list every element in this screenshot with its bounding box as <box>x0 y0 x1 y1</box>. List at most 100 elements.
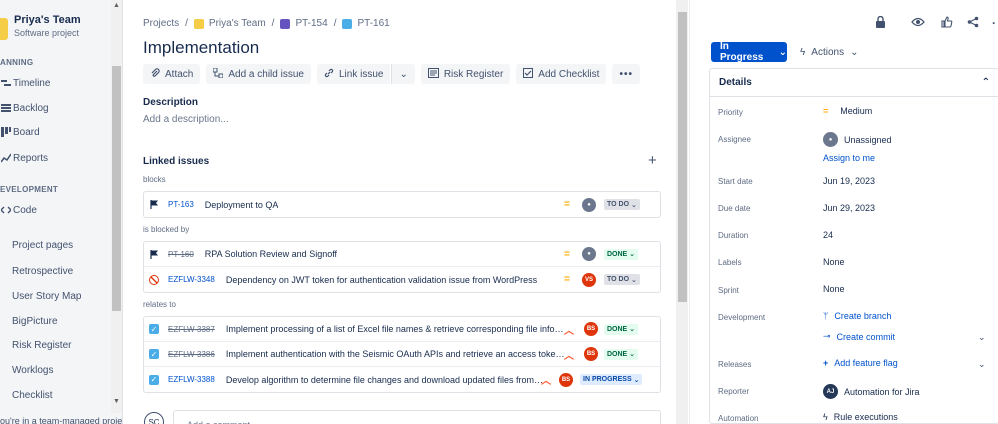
issue-summary[interactable]: RPA Solution Review and Signoff <box>205 249 337 259</box>
linked-issue-row[interactable]: ✓ EZFLW-3387 Implement processing of a l… <box>144 317 660 342</box>
main-scrollbar[interactable] <box>676 0 688 424</box>
status-dropdown[interactable]: In Progress ⌄ <box>711 41 787 63</box>
issue-key[interactable]: EZFLW-3348 <box>168 275 215 284</box>
details-section: Details ⌃ <box>709 68 998 424</box>
linked-issue-row[interactable]: PT-160 RPA Solution Review and Signoff =… <box>144 242 660 267</box>
sidebar-item-backlog[interactable]: Backlog <box>0 99 122 117</box>
chevron-up-icon[interactable]: ⌃ <box>982 77 990 88</box>
duration-value[interactable]: 24 <box>823 230 833 240</box>
link-issue-dropdown[interactable]: ⌄ <box>391 64 415 84</box>
breadcrumb-parent[interactable]: PT-154 <box>295 18 327 29</box>
chevron-down-icon[interactable]: ⌄ <box>978 332 986 343</box>
sidebar-item-worklogs[interactable]: Worklogs <box>0 361 122 379</box>
paperclip-icon <box>150 67 160 81</box>
watch-icon[interactable] <box>911 16 925 30</box>
issue-key[interactable]: PT-163 <box>168 200 194 209</box>
add-feature-flag-link[interactable]: + Add feature flag <box>823 358 898 368</box>
scroll-down-icon[interactable]: ▼ <box>112 398 121 405</box>
lightning-icon: ϟ <box>823 412 828 422</box>
lock-icon[interactable] <box>875 15 886 32</box>
sidebar-item-project-pages[interactable]: Project pages <box>0 236 122 254</box>
sprint-value[interactable]: None <box>823 284 845 294</box>
sidebar-item-user-story-map[interactable]: User Story Map <box>0 287 122 305</box>
start-date-value[interactable]: Jun 19, 2023 <box>823 176 875 186</box>
sidebar-item-risk-register[interactable]: Risk Register <box>0 336 122 354</box>
issue-key[interactable]: EZFLW-3387 <box>168 325 215 334</box>
sidebar-item-timeline[interactable]: Timeline <box>0 74 122 92</box>
scroll-up-icon[interactable]: ▲ <box>112 2 121 9</box>
sidebar-item-board[interactable]: Board <box>0 123 122 141</box>
priority-high-icon: ︿ <box>564 350 574 362</box>
linked-issue-row[interactable]: EZFLW-3348 Dependency on JWT token for a… <box>144 267 660 292</box>
status-text: DONE <box>607 325 628 333</box>
status-badge[interactable]: DONE ⌄ <box>604 323 639 335</box>
scrollbar-thumb[interactable] <box>678 12 687 302</box>
add-linked-issue-icon[interactable]: + <box>648 152 657 169</box>
linked-issue-row[interactable]: PT-163 Deployment to QA = ● TO DO ⌄ <box>144 192 660 217</box>
details-header[interactable]: Details ⌃ <box>710 69 998 97</box>
more-actions-button[interactable]: ••• <box>612 64 640 84</box>
team-header[interactable]: Priya's Team Software project <box>0 14 81 40</box>
issue-summary[interactable]: Implement authentication with the Seismi… <box>226 349 566 359</box>
issue-key[interactable]: EZFLW-3386 <box>168 350 215 359</box>
link-issue-button[interactable]: Link issue <box>316 64 391 84</box>
share-icon[interactable] <box>967 16 979 31</box>
actions-label: Actions <box>811 46 845 58</box>
status-badge[interactable]: TO DO ⌄ <box>604 274 640 285</box>
status-badge[interactable]: DONE ⌄ <box>604 248 639 260</box>
plus-icon: + <box>823 358 829 368</box>
actions-button[interactable]: ϟ Actions ⌄ <box>800 42 858 62</box>
issue-summary[interactable]: Deployment to QA <box>205 200 279 210</box>
scrollbar-thumb[interactable] <box>112 66 121 311</box>
more-icon[interactable]: · <box>992 16 996 30</box>
issue-key[interactable]: EZFLW-3388 <box>168 375 215 384</box>
assignee-field[interactable]: ● Unassigned <box>823 132 892 147</box>
risk-register-button[interactable]: Risk Register <box>420 64 511 84</box>
field-label-due-date: Due date <box>718 204 751 213</box>
field-label-assignee: Assignee <box>718 135 751 144</box>
sidebar-item-bigpicture[interactable]: BigPicture <box>0 312 122 330</box>
sidebar-item-checklist[interactable]: Checklist <box>0 386 122 404</box>
linked-issue-row[interactable]: ✓ EZFLW-3386 Implement authentication wi… <box>144 342 660 367</box>
description-heading: Description <box>143 97 199 108</box>
issue-key[interactable]: PT-160 <box>168 250 194 259</box>
description-field[interactable]: Add a description... <box>143 114 229 125</box>
issue-summary[interactable]: Develop algorithm to determine file chan… <box>226 375 544 385</box>
attach-button[interactable]: Attach <box>143 64 201 84</box>
vote-icon[interactable] <box>941 16 953 31</box>
reporter-field[interactable]: AJ Automation for Jira <box>823 384 920 399</box>
create-commit-link[interactable]: ⊸ Create commit <box>823 331 895 342</box>
sidebar-item-reports[interactable]: Reports <box>0 149 122 167</box>
sidebar-item-code[interactable]: Code <box>0 201 122 219</box>
automation-field[interactable]: ϟ Rule executions <box>823 412 898 422</box>
issue-title[interactable]: Implementation <box>143 38 259 58</box>
status-badge[interactable]: TO DO ⌄ <box>604 199 640 210</box>
labels-value[interactable]: None <box>823 257 845 267</box>
team-logo-icon <box>0 18 8 40</box>
sidebar-item-retrospective[interactable]: Retrospective <box>0 262 122 280</box>
breadcrumb-team[interactable]: Priya's Team <box>209 18 266 29</box>
status-badge[interactable]: IN PROGRESS ⌄ <box>580 374 643 385</box>
avatar: BS <box>559 372 573 387</box>
breadcrumb-current[interactable]: PT-161 <box>357 18 389 29</box>
breadcrumb-projects[interactable]: Projects <box>143 18 179 29</box>
comment-input[interactable]: Add a comment... <box>173 410 661 424</box>
issue-summary[interactable]: Dependency on JWT token for authenticati… <box>226 275 537 285</box>
status-text: DONE <box>607 250 628 258</box>
assign-to-me-link[interactable]: Assign to me <box>823 153 875 163</box>
priority-field[interactable]: = Medium <box>823 106 872 116</box>
status-badge[interactable]: DONE ⌄ <box>604 348 639 360</box>
blocker-icon <box>149 274 159 285</box>
due-date-value[interactable]: Jun 29, 2023 <box>823 203 875 213</box>
add-child-issue-button[interactable]: Add a child issue <box>206 64 311 84</box>
linked-issue-row[interactable]: ✓ EZFLW-3388 Develop algorithm to determ… <box>144 367 660 392</box>
add-checklist-button[interactable]: Add Checklist <box>516 64 607 84</box>
issue-toolbar: Attach Add a child issue Link issue ⌄ Ri… <box>143 64 640 84</box>
create-branch-link[interactable]: ᛘ Create branch <box>823 311 891 321</box>
sidebar-item-label: Backlog <box>13 102 49 114</box>
sidebar-scrollbar[interactable]: ▲ ▼ <box>111 0 122 413</box>
section-development: EVELOPMENT <box>0 185 59 194</box>
sidebar-item-label: User Story Map <box>12 290 82 302</box>
issue-summary[interactable]: Implement processing of a list of Excel … <box>226 324 566 334</box>
chevron-down-icon[interactable]: ⌄ <box>978 359 986 370</box>
